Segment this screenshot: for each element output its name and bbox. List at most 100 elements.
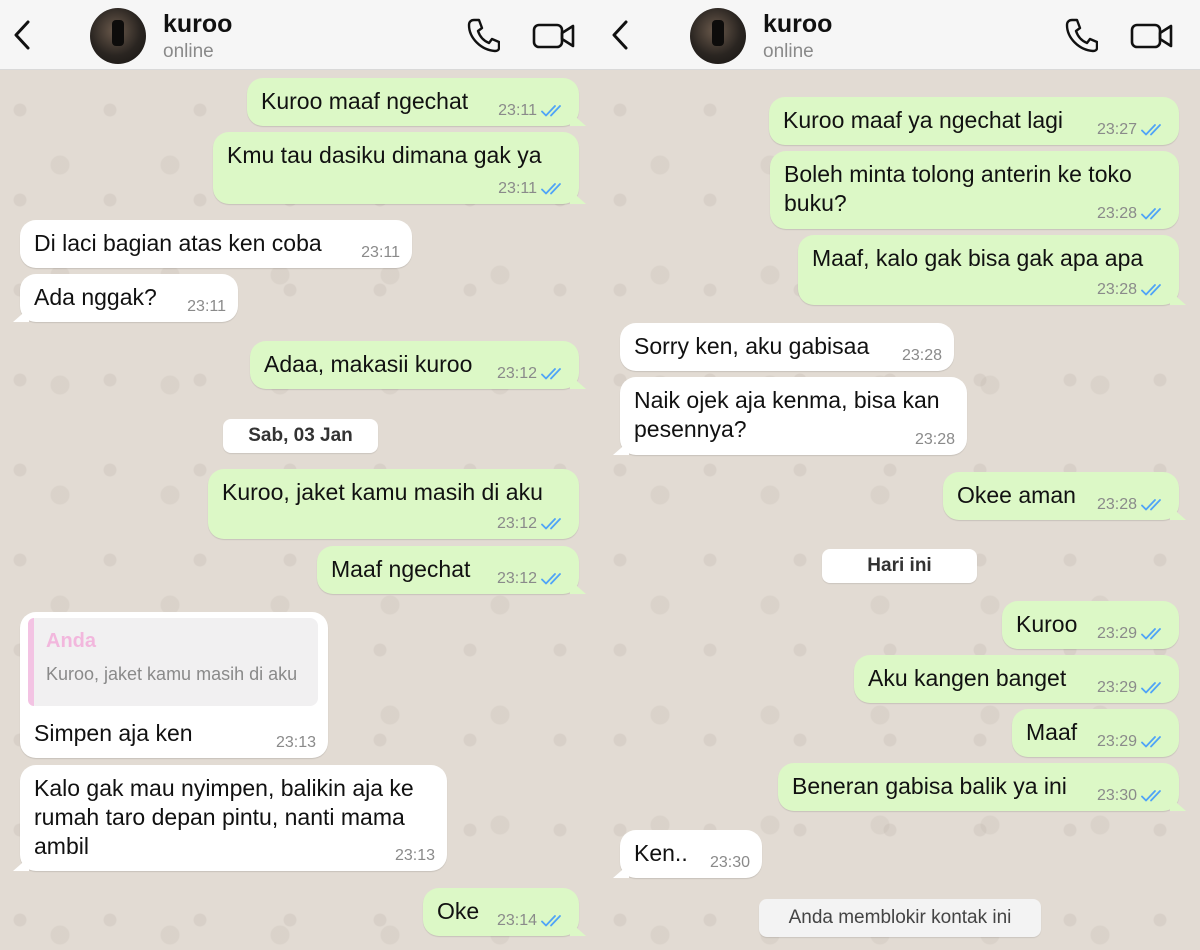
message-time: 23:28 — [1096, 496, 1137, 513]
message-text-line: Kalo gak mau nyimpen, balikin aja ke — [34, 775, 414, 801]
message-text-line: buku? — [784, 190, 847, 216]
message-bubble-outgoing[interactable]: Kuroo maaf ya ngechat lagi 23:27 — [769, 97, 1179, 145]
message-time: 23:11 — [498, 180, 537, 197]
message-text: Kuroo, jaket kamu masih di aku — [222, 479, 543, 505]
message-bubble-outgoing[interactable]: Adaa, makasii kuroo 23:12 — [250, 341, 579, 389]
message-time: 23:13 — [275, 734, 316, 751]
double-check-icon — [541, 914, 567, 928]
message-bubble-outgoing[interactable]: Maaf, kalo gak bisa gak apa apa 23:28 — [798, 235, 1179, 305]
message-bubble-outgoing[interactable]: Okee aman 23:28 — [943, 472, 1179, 520]
quote-text: Kuroo, jaket kamu masih di aku — [46, 664, 298, 684]
message-text-line: Boleh minta tolong anterin ke toko — [784, 161, 1132, 187]
double-check-icon — [1141, 123, 1167, 137]
message-time: 23:29 — [1096, 625, 1137, 642]
message-text: Okee aman — [957, 482, 1076, 508]
message-bubble-incoming[interactable]: Ada nggak? 23:11 — [20, 274, 238, 322]
chat-pane-left: kuroo online Kuroo maaf ngechat 23:11 Km… — [0, 0, 600, 950]
message-time: 23:12 — [496, 570, 537, 587]
message-time: 23:28 — [914, 431, 955, 448]
double-check-icon — [1141, 681, 1167, 695]
message-bubble-outgoing[interactable]: Maaf 23:29 — [1012, 709, 1179, 757]
message-bubble-outgoing[interactable]: Kuroo, jaket kamu masih di aku 23:12 — [208, 469, 579, 539]
message-time: 23:14 — [496, 912, 537, 929]
chat-header: kuroo online — [600, 0, 1200, 70]
video-camera-icon[interactable] — [532, 20, 576, 52]
message-time: 23:28 — [1096, 205, 1137, 222]
message-text: Oke — [437, 898, 480, 924]
message-time: 23:13 — [394, 847, 435, 864]
message-bubble-incoming[interactable]: Di laci bagian atas ken coba 23:11 — [20, 220, 412, 268]
message-bubble-outgoing[interactable]: Maaf ngechat 23:12 — [317, 546, 579, 594]
message-time: 23:29 — [1096, 733, 1137, 750]
message-bubble-outgoing[interactable]: Beneran gabisa balik ya ini 23:30 — [778, 763, 1179, 811]
chat-pane-right: kuroo online Kuroo maaf ya ngechat lagi … — [600, 0, 1200, 950]
message-text: Maaf ngechat — [331, 556, 471, 582]
date-divider: Sab, 03 Jan — [223, 419, 378, 453]
message-bubble-incoming-reply[interactable]: Anda Kuroo, jaket kamu masih di aku Simp… — [20, 612, 328, 758]
message-bubble-outgoing[interactable]: Kuroo 23:29 — [1002, 601, 1179, 649]
quote-author: Anda — [46, 630, 96, 652]
message-bubble-outgoing[interactable]: Oke 23:14 — [423, 888, 579, 936]
contact-name[interactable]: kuroo — [763, 10, 832, 39]
message-bubble-incoming[interactable]: Naik ojek aja kenma, bisa kan pesennya? … — [620, 377, 967, 455]
message-bubble-incoming[interactable]: Kalo gak mau nyimpen, balikin aja ke rum… — [20, 765, 447, 871]
double-check-icon — [541, 517, 567, 531]
chevron-left-icon[interactable] — [608, 18, 632, 52]
message-time: 23:30 — [1096, 787, 1137, 804]
avatar[interactable] — [690, 8, 746, 64]
message-time: 23:12 — [496, 365, 537, 382]
quoted-message[interactable]: Anda Kuroo, jaket kamu masih di aku — [28, 618, 318, 706]
message-text: Maaf — [1026, 719, 1078, 745]
message-bubble-outgoing[interactable]: Aku kangen banget 23:29 — [854, 655, 1179, 703]
double-check-icon — [1141, 283, 1167, 297]
message-text-line: ambil — [34, 833, 89, 859]
message-time: 23:11 — [361, 244, 400, 261]
message-text: Kmu tau dasiku dimana gak ya — [227, 142, 542, 168]
date-divider: Hari ini — [822, 549, 977, 583]
message-text: Ken.. — [634, 840, 688, 866]
message-text: Maaf, kalo gak bisa gak apa apa — [812, 245, 1144, 271]
message-bubble-outgoing[interactable]: Boleh minta tolong anterin ke toko buku?… — [770, 151, 1179, 229]
message-bubble-incoming[interactable]: Sorry ken, aku gabisaa 23:28 — [620, 323, 954, 371]
message-text: Kuroo maaf ngechat — [261, 88, 469, 114]
message-bubble-incoming[interactable]: Ken.. 23:30 — [620, 830, 762, 878]
message-text: Ada nggak? — [34, 284, 157, 310]
avatar[interactable] — [90, 8, 146, 64]
message-time: 23:30 — [709, 854, 750, 871]
double-check-icon — [541, 104, 567, 118]
double-check-icon — [1141, 735, 1167, 749]
message-text-line: rumah taro depan pintu, nanti mama — [34, 804, 405, 830]
quote-accent-bar — [28, 618, 34, 706]
message-text: Sorry ken, aku gabisaa — [634, 333, 870, 359]
message-text: Simpen aja ken — [34, 720, 193, 746]
message-text: Di laci bagian atas ken coba — [34, 230, 322, 256]
message-text: Aku kangen banget — [868, 665, 1067, 691]
message-time: 23:11 — [187, 298, 226, 315]
phone-icon[interactable] — [1064, 17, 1098, 53]
contact-name[interactable]: kuroo — [163, 10, 232, 39]
message-time: 23:11 — [498, 102, 537, 119]
double-check-icon — [1141, 627, 1167, 641]
double-check-icon — [1141, 789, 1167, 803]
phone-icon[interactable] — [466, 17, 500, 53]
message-text: Adaa, makasii kuroo — [264, 351, 473, 377]
chevron-left-icon[interactable] — [10, 18, 34, 52]
double-check-icon — [541, 367, 567, 381]
blocked-contact-notice[interactable]: Anda memblokir kontak ini — [759, 899, 1041, 937]
message-text: Beneran gabisa balik ya ini — [792, 773, 1067, 799]
message-text: Kuroo — [1016, 611, 1078, 637]
message-text-line: pesennya? — [634, 416, 747, 442]
double-check-icon — [541, 182, 567, 196]
contact-status: online — [163, 41, 214, 62]
message-time: 23:28 — [901, 347, 942, 364]
chat-header: kuroo online — [0, 0, 600, 70]
contact-status: online — [763, 41, 814, 62]
message-time: 23:27 — [1096, 121, 1137, 138]
message-text-line: Naik ojek aja kenma, bisa kan — [634, 387, 940, 413]
message-bubble-outgoing[interactable]: Kuroo maaf ngechat 23:11 — [247, 78, 579, 126]
double-check-icon — [541, 572, 567, 586]
message-bubble-outgoing[interactable]: Kmu tau dasiku dimana gak ya 23:11 — [213, 132, 579, 204]
double-check-icon — [1141, 207, 1167, 221]
message-time: 23:28 — [1096, 281, 1137, 298]
video-camera-icon[interactable] — [1130, 20, 1174, 52]
